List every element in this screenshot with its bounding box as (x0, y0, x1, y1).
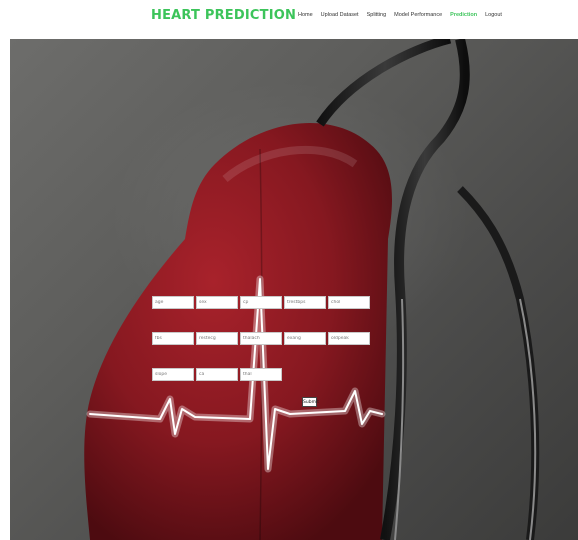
nav-logout[interactable]: Logout (485, 12, 502, 18)
hero-background: Submit (10, 39, 578, 540)
nav-menu: Home Upload Dataset Splitting Model Perf… (298, 12, 502, 18)
age-input[interactable] (152, 296, 194, 309)
prediction-form: Submit (10, 39, 578, 540)
nav-upload-dataset[interactable]: Upload Dataset (321, 12, 359, 18)
oldpeak-input[interactable] (328, 332, 370, 345)
sex-input[interactable] (196, 296, 238, 309)
chol-input[interactable] (328, 296, 370, 309)
exang-input[interactable] (284, 332, 326, 345)
navbar: HEART PREDICTION Home Upload Dataset Spl… (0, 0, 578, 38)
submit-button[interactable]: Submit (302, 397, 319, 407)
slope-input[interactable] (152, 368, 194, 381)
nav-splitting[interactable]: Splitting (367, 12, 387, 18)
nav-model-performance[interactable]: Model Performance (394, 12, 442, 18)
trestbps-input[interactable] (284, 296, 326, 309)
nav-prediction[interactable]: Prediction (450, 12, 477, 18)
thalach-input[interactable] (240, 332, 282, 345)
cp-input[interactable] (240, 296, 282, 309)
nav-home[interactable]: Home (298, 12, 313, 18)
brand-title[interactable]: HEART PREDICTION (151, 8, 296, 23)
restecg-input[interactable] (196, 332, 238, 345)
thal-input[interactable] (240, 368, 282, 381)
fbs-input[interactable] (152, 332, 194, 345)
ca-input[interactable] (196, 368, 238, 381)
